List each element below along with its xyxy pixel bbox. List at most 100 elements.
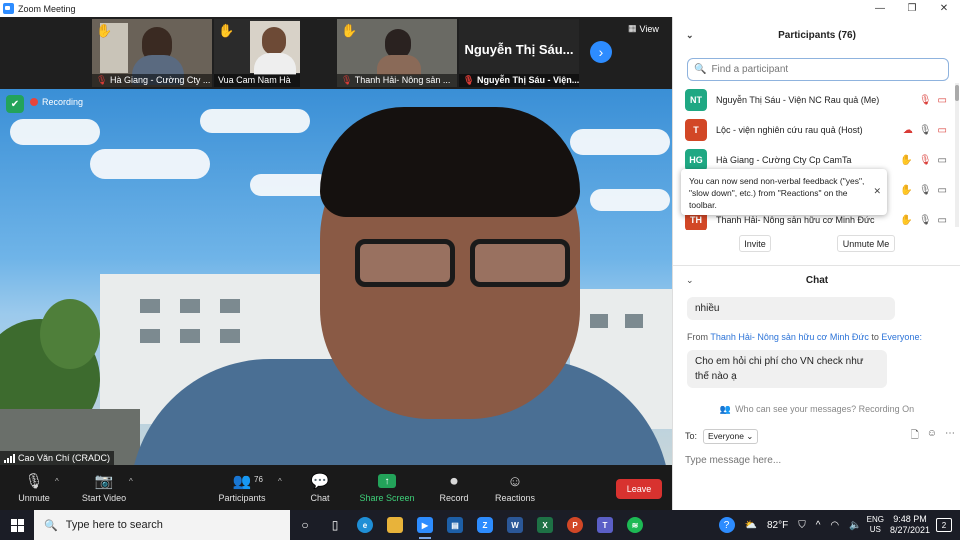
invite-button[interactable]: Invite — [739, 235, 771, 252]
volume-icon[interactable]: 🔈 — [849, 520, 861, 531]
edge-icon[interactable]: e — [350, 510, 380, 540]
participants-icon: 👥 — [232, 473, 252, 490]
share-screen-button[interactable]: ↑ Share Screen — [356, 465, 418, 510]
people-icon: 👥 — [719, 404, 732, 414]
unmute-me-button[interactable]: Unmute Me — [837, 235, 895, 252]
participant-name: Hà Giang - Cường Cty Cp CamTa — [716, 155, 852, 165]
zalo-icon[interactable]: Z — [470, 510, 500, 540]
word-icon[interactable]: W — [500, 510, 530, 540]
collapse-chevron-icon[interactable]: ⌄ — [686, 30, 694, 41]
chat-button[interactable]: 💬 Chat — [300, 465, 340, 510]
share-screen-label: Share Screen — [359, 493, 415, 503]
collapse-chevron-icon[interactable]: ⌄ — [686, 275, 694, 286]
emoji-icon[interactable]: ☺ — [927, 428, 937, 445]
record-button[interactable]: ⏺ Record — [432, 465, 476, 510]
raised-hand-icon: ✋ — [218, 23, 235, 38]
thumbnail-no-video[interactable]: Nguyễn Thị Sáu... 🎙 Nguyễn Thị Sáu - Việ… — [459, 19, 579, 87]
panel-divider — [673, 265, 960, 266]
tray-app-icon[interactable]: ⛉ — [798, 520, 806, 531]
app-taskbar-icon[interactable]: ▤ — [440, 510, 470, 540]
recipient-select[interactable]: Everyone ⌄ — [703, 428, 759, 444]
thumbnail-video[interactable]: ✋ 🎙 Thanh Hải- Nông sản ... — [337, 19, 457, 87]
help-icon[interactable]: ? — [718, 517, 735, 533]
record-label: Record — [439, 493, 469, 503]
raised-hand-icon: ✋ — [96, 23, 113, 38]
participants-label: Participants — [218, 493, 266, 503]
participant-row[interactable]: NT Nguyễn Thị Sáu - Viện NC Rau quả (Me)… — [673, 85, 957, 115]
security-shield-icon[interactable]: ✔ — [6, 95, 24, 113]
weather-temp[interactable]: 82°F — [767, 520, 788, 531]
notification-center-icon[interactable]: 2 — [936, 518, 952, 532]
participants-header: ⌄ Participants (76) — [673, 17, 960, 53]
leave-button[interactable]: Leave — [616, 479, 662, 499]
chevron-up-icon[interactable]: ^ — [816, 520, 821, 531]
view-button[interactable]: ▦ View — [628, 23, 659, 34]
recipient-link[interactable]: Everyone: — [881, 332, 922, 342]
clock[interactable]: 9:48 PM 8/27/2021 — [890, 514, 930, 536]
raised-hand-icon: ✋ — [900, 214, 913, 226]
thumbnail-video[interactable]: ✋ 🎙 Hà Giang - Cường Cty ... — [92, 19, 212, 87]
language-indicator[interactable]: ENG US — [867, 515, 884, 535]
participants-button[interactable]: 👥 Participants — [214, 465, 270, 510]
title-bar: Zoom Meeting — ❐ ✕ — [0, 0, 960, 17]
task-view-icon[interactable]: ▯ — [320, 510, 350, 540]
avatar: NT — [685, 89, 707, 111]
maximize-button[interactable]: ❐ — [896, 0, 928, 17]
windows-taskbar: 🔍 Type here to search ○ ▯ e ▶ ▤ Z W X P … — [0, 510, 960, 540]
excel-icon[interactable]: X — [530, 510, 560, 540]
taskbar-search-input[interactable]: 🔍 Type here to search — [34, 510, 290, 540]
reactions-icon: ☺ — [507, 472, 523, 490]
message-visibility-info[interactable]: 👥 Who can see your messages? Recording O… — [673, 404, 960, 415]
teams-icon[interactable]: T — [590, 510, 620, 540]
speaker-name: Cao Văn Chí (CRADC) — [18, 453, 111, 463]
chat-message: nhiều — [687, 297, 895, 320]
weather-icon[interactable]: ⛅ — [745, 520, 757, 531]
video-options-caret-icon[interactable]: ^ — [129, 477, 133, 486]
minimize-button[interactable]: — — [864, 0, 896, 17]
active-speaker-video: ✔ Recording Cao Văn Chí (CRADC) — [0, 89, 672, 465]
participant-row[interactable]: T Lộc - viện nghiên cứu rau quả (Host) ☁… — [673, 115, 957, 145]
chat-message-input[interactable] — [685, 450, 947, 470]
muted-mic-icon: 🎙 — [24, 473, 44, 490]
cortana-icon[interactable]: ○ — [290, 510, 320, 540]
more-options-icon[interactable]: ⋯ — [945, 428, 955, 445]
view-label: View — [639, 23, 659, 34]
audio-options-caret-icon[interactable]: ^ — [55, 477, 59, 486]
thumbnail-name: Thanh Hải- Nông sản ... — [354, 75, 451, 85]
to-label: To: — [685, 431, 698, 441]
sender-link[interactable]: Thanh Hải- Nông sản hữu cơ Minh Đức — [710, 332, 869, 342]
tooltip-text: You can now send non-verbal feedback ("y… — [689, 176, 865, 210]
mic-icon: 🎙 — [918, 124, 932, 136]
time: 9:48 PM — [893, 514, 927, 524]
start-button[interactable] — [0, 510, 34, 540]
thumbnail-strip: ✋ 🎙 Hà Giang - Cường Cty ... ✋ Vua Cam N… — [0, 17, 672, 89]
file-icon[interactable]: 🗋 — [911, 428, 919, 445]
video-off-icon: 📷 — [94, 473, 114, 490]
signal-bars-icon — [4, 453, 15, 463]
participant-search-input[interactable]: 🔍 Find a participant — [687, 58, 949, 81]
next-page-button[interactable]: › — [590, 41, 612, 63]
share-screen-icon: ↑ — [378, 472, 396, 490]
close-button[interactable]: ✕ — [928, 0, 960, 17]
cloud-record-icon: ☁ — [902, 124, 913, 136]
powerpoint-icon[interactable]: P — [560, 510, 590, 540]
recording-label: Recording — [42, 97, 84, 107]
record-icon: ⏺ — [450, 472, 458, 490]
speaker-name-label: Cao Văn Chí (CRADC) — [0, 451, 115, 465]
date: 8/27/2021 — [889, 525, 930, 535]
thumbnail-video[interactable]: ✋ Vua Cam Nam Hà — [214, 19, 300, 87]
start-video-button[interactable]: 📷 Start Video — [76, 465, 132, 510]
participants-caret-icon[interactable]: ^ — [278, 477, 282, 486]
participant-list-scrollbar[interactable] — [955, 83, 959, 227]
start-video-label: Start Video — [81, 493, 127, 503]
video-icon: ▭ — [937, 184, 947, 196]
wifi-icon[interactable]: ◠ — [830, 520, 839, 531]
grid-icon: ▦ — [628, 23, 637, 33]
file-explorer-icon[interactable] — [380, 510, 410, 540]
reactions-button[interactable]: ☺ Reactions — [490, 465, 540, 510]
recording-indicator[interactable]: Recording — [30, 97, 83, 107]
close-tooltip-icon[interactable]: ✕ — [873, 185, 881, 197]
spotify-icon[interactable]: ≋ — [620, 510, 650, 540]
zoom-taskbar-icon[interactable]: ▶ — [410, 510, 440, 540]
unmute-button[interactable]: 🎙 Unmute — [10, 465, 58, 510]
